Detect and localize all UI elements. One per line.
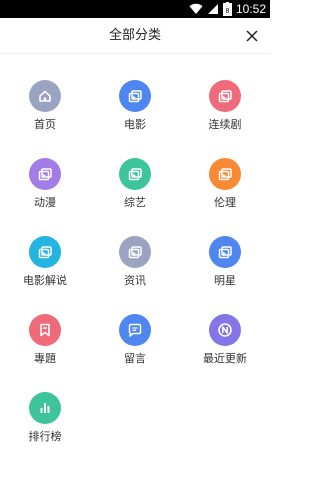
category-item-2[interactable]: 电影: [90, 72, 180, 142]
video-icon: [128, 246, 142, 259]
message-icon: [128, 323, 142, 337]
category-icon-circle: [209, 158, 241, 190]
category-label: 首页: [34, 118, 56, 131]
category-item-4[interactable]: 动漫: [0, 150, 90, 220]
category-label: 综艺: [124, 196, 146, 209]
category-icon-circle: [119, 236, 151, 268]
category-label: 电影解说: [23, 274, 67, 287]
bar-chart-icon: [40, 403, 50, 413]
category-icon-circle: [29, 80, 61, 112]
category-item-3[interactable]: 连续剧: [180, 72, 270, 142]
category-icon-circle: [119, 314, 151, 346]
category-item-5[interactable]: 综艺: [90, 150, 180, 220]
home-icon: [39, 90, 51, 102]
category-label: 伦理: [214, 196, 236, 209]
category-item-6[interactable]: 伦理: [180, 150, 270, 220]
page-title: 全部分类: [108, 28, 161, 43]
category-icon-circle: [209, 314, 241, 346]
category-item-11[interactable]: 留言: [90, 306, 180, 376]
video-icon: [128, 168, 142, 181]
category-label: 留言: [124, 352, 146, 365]
close-icon: [246, 30, 258, 42]
video-icon: [38, 168, 52, 181]
status-bar: 8 10:52: [0, 0, 270, 18]
category-item-9[interactable]: 明星: [180, 228, 270, 298]
category-icon-circle: [209, 80, 241, 112]
status-time: 10:52: [235, 2, 266, 16]
category-label: 專題: [34, 352, 56, 365]
category-icon-circle: [119, 158, 151, 190]
category-item-8[interactable]: 资讯: [90, 228, 180, 298]
category-label: 连续剧: [208, 118, 242, 131]
video-icon: [128, 90, 142, 103]
category-label: 电影: [124, 118, 146, 131]
category-label: 资讯: [124, 274, 146, 287]
category-icon-circle: [209, 236, 241, 268]
category-item-1[interactable]: 首页: [0, 72, 90, 142]
category-icon-circle: [29, 392, 61, 424]
battery-icon: 8: [222, 2, 232, 16]
category-item-13[interactable]: 排行榜: [0, 384, 90, 454]
signal-icon: [207, 4, 218, 14]
category-item-7[interactable]: 电影解说: [0, 228, 90, 298]
category-item-12[interactable]: 最近更新: [180, 306, 270, 376]
video-icon: [218, 90, 232, 103]
status-icons: 8 10:52: [189, 0, 266, 18]
category-icon-circle: [29, 236, 61, 268]
video-icon: [38, 246, 52, 259]
header: 全部分类: [0, 18, 270, 54]
category-label: 最近更新: [203, 352, 247, 365]
category-icon-circle: [29, 158, 61, 190]
battery-level: 8: [226, 8, 230, 15]
wifi-icon: [189, 3, 203, 15]
category-icon-circle: [29, 314, 61, 346]
video-icon: [218, 168, 232, 181]
new-icon: [218, 323, 232, 337]
category-icon-circle: [119, 80, 151, 112]
category-label: 排行榜: [28, 430, 62, 443]
category-label: 动漫: [34, 196, 56, 209]
bookmark-icon: [40, 323, 50, 337]
close-button[interactable]: [240, 24, 264, 48]
category-item-10[interactable]: 專題: [0, 306, 90, 376]
category-label: 明星: [214, 274, 236, 287]
video-icon: [218, 246, 232, 259]
